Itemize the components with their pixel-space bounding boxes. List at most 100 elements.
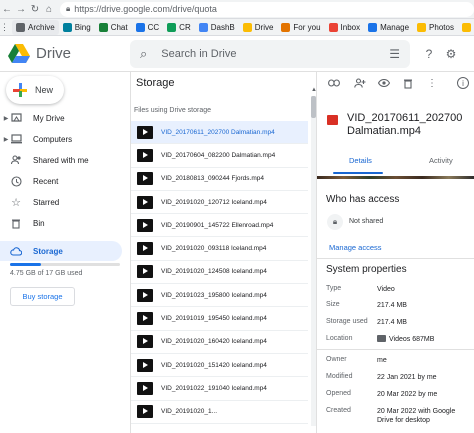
forward-icon[interactable]: →	[14, 4, 28, 15]
file-row[interactable]: VID_20170604_082200 Dalmatian.mp4	[131, 144, 308, 168]
file-row[interactable]: VID_20191020_093118 Iceland.mp4	[131, 237, 308, 261]
bookmark-item[interactable]: CR	[163, 20, 195, 35]
sidebar-item-starred[interactable]: ☆ Starred	[0, 192, 122, 212]
file-name: VID_20191022_191040 Iceland.mp4	[161, 384, 267, 392]
file-row[interactable]: VID_20191020_151420 Iceland.mp4	[131, 354, 308, 378]
preview-eye-icon[interactable]	[377, 76, 391, 90]
bookmark-item[interactable]: DashB	[195, 20, 239, 35]
who-has-access-heading: Who has access	[326, 194, 400, 205]
file-row[interactable]: VID_20191020_124508 Iceland.mp4	[131, 261, 308, 285]
settings-gear-icon[interactable]: ⚙	[442, 45, 460, 63]
video-thumbnail-icon	[137, 335, 153, 349]
file-row[interactable]: VID_20180813_090244 Fjords.mp4	[131, 168, 308, 191]
plus-icon	[13, 83, 27, 97]
video-thumbnail-icon	[137, 288, 153, 302]
bookmark-item[interactable]: Inbox	[325, 20, 365, 35]
home-icon[interactable]: ⌂	[42, 4, 56, 15]
prop-value-storage: 217.4 MB	[377, 319, 407, 326]
expand-arrow-icon[interactable]: ▶	[2, 115, 10, 122]
reload-icon[interactable]: ↻	[28, 4, 42, 15]
sidebar-item-computers[interactable]: ▶ Computers	[0, 129, 122, 149]
drive-logo-icon	[8, 44, 30, 63]
video-thumbnail-icon	[137, 242, 153, 256]
file-row[interactable]: VID_20191020_1...	[131, 401, 308, 424]
page-title: Storage	[136, 77, 175, 89]
video-thumbnail-icon	[137, 358, 153, 372]
bookmark-label: CR	[179, 22, 191, 32]
bookmark-item[interactable]: Photos	[413, 20, 458, 35]
bookmark-favicon-icon	[281, 22, 291, 32]
prop-label-modified: Modified	[326, 373, 353, 380]
bookmark-item[interactable]: Chat	[95, 20, 132, 35]
file-name: VID_20170604_082200 Dalmatian.mp4	[161, 151, 276, 159]
link-icon[interactable]	[327, 76, 341, 90]
file-row[interactable]: VID_20191020_120712 Iceland.mp4	[131, 191, 308, 215]
file-row[interactable]: VID_20191020_160420 Iceland.mp4	[131, 331, 308, 354]
storage-usage-bar	[10, 263, 120, 266]
address-bar[interactable]: 🔒︎ https://drive.google.com/drive/quota	[60, 1, 474, 17]
bookmark-favicon-icon	[461, 22, 471, 32]
bookmark-item[interactable]: For you	[277, 20, 324, 35]
folder-icon	[377, 335, 386, 342]
sidebar-item-label: My Drive	[33, 113, 65, 123]
prop-label-created: Created	[326, 407, 351, 414]
bookmark-favicon-icon	[242, 22, 252, 32]
bookmark-item[interactable]: CC	[132, 20, 164, 35]
file-list: VID_20170611_202700 Dalmatian.mp4 VID_201…	[131, 121, 308, 424]
bookmark-item[interactable]: Drive	[239, 20, 278, 35]
tab-activity[interactable]: Activity	[429, 156, 453, 174]
bookmark-item[interactable]: Other favou	[458, 20, 474, 35]
search-options-icon[interactable]: ☰	[389, 47, 400, 61]
drive-logo[interactable]: Drive	[8, 44, 128, 63]
file-row[interactable]: VID_20191019_195450 Iceland.mp4	[131, 307, 308, 331]
buy-storage-button[interactable]: Buy storage	[10, 287, 75, 306]
trash-icon[interactable]	[401, 76, 415, 90]
storage-usage-text: 4.75 GB of 17 GB used	[10, 270, 83, 277]
search-icon[interactable]: ⌕	[140, 46, 147, 62]
storage-usage-fill	[10, 263, 41, 266]
new-button[interactable]: New	[6, 76, 64, 104]
sidebar-item-shared[interactable]: Shared with me	[0, 150, 122, 170]
file-row[interactable]: VID_20190901_145722 Ellenroad.mp4	[131, 214, 308, 238]
file-row[interactable]: VID_20191023_195800 Iceland.mp4	[131, 284, 308, 308]
bookmark-favicon-icon	[328, 22, 338, 32]
search-input[interactable]: ⌕ Search in Drive ☰	[130, 40, 410, 68]
file-name: VID_20180813_090244 Fjords.mp4	[161, 175, 264, 183]
bookmark-label: CC	[147, 22, 160, 32]
video-thumbnail-icon	[137, 148, 153, 162]
sidebar-item-label: Starred	[33, 197, 60, 207]
more-vert-icon[interactable]: ⋮	[425, 76, 439, 90]
video-preview-thumbnail[interactable]	[317, 176, 474, 179]
info-icon[interactable]: i	[457, 77, 469, 89]
drive-header: Drive ⌕ Search in Drive ☰ ? ⚙	[0, 36, 474, 72]
sidebar-item-bin[interactable]: Bin	[0, 213, 122, 233]
apps-grid-icon[interactable]: ⋮⋮	[0, 22, 18, 33]
prop-label-type: Type	[326, 285, 342, 292]
file-name: VID_20191023_195800 Iceland.mp4	[161, 291, 267, 299]
manage-access-link[interactable]: Manage access	[329, 243, 382, 252]
lock-icon: 🔒︎	[66, 4, 71, 13]
bookmark-label: Drive	[254, 22, 274, 32]
file-name: VID_20191020_1...	[161, 408, 218, 416]
bookmark-favicon-icon	[98, 22, 108, 32]
prop-label-storage: Storage used	[326, 318, 368, 325]
bookmark-label: Photos	[429, 22, 454, 32]
sidebar-item-recent[interactable]: Recent	[0, 171, 122, 191]
file-row[interactable]: VID_20191022_191040 Iceland.mp4	[131, 377, 308, 401]
expand-arrow-icon[interactable]: ▶	[2, 136, 10, 143]
star-icon: ☆	[11, 196, 21, 209]
back-icon[interactable]: ←	[0, 4, 14, 15]
sidebar-item-storage[interactable]: Storage	[0, 241, 122, 261]
sidebar-item-label: Bin	[33, 218, 45, 228]
bookmark-item[interactable]: Archive	[12, 19, 59, 35]
bookmark-label: Chat	[110, 22, 128, 32]
sidebar-item-my-drive[interactable]: ▶ My Drive	[0, 108, 122, 128]
sharing-status: Not shared	[349, 218, 384, 225]
location-chip[interactable]: Videos 687MB	[377, 335, 473, 344]
bookmark-item[interactable]: Bing	[59, 20, 95, 35]
file-row[interactable]: VID_20170611_202700 Dalmatian.mp4	[131, 121, 308, 145]
bookmark-item[interactable]: Manage	[364, 20, 413, 35]
search-placeholder: Search in Drive	[161, 48, 237, 60]
help-icon[interactable]: ?	[420, 45, 438, 63]
share-person-icon[interactable]	[353, 76, 367, 90]
